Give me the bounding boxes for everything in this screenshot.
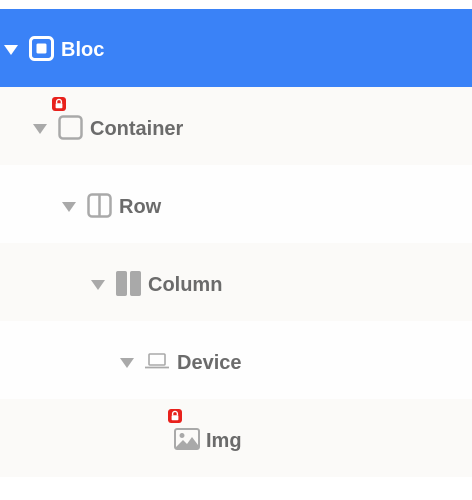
row-columns-icon <box>87 193 112 223</box>
tree-row-label: Device <box>177 352 242 374</box>
tree-empty-area <box>0 477 472 500</box>
lock-badge-icon <box>168 409 182 423</box>
column-bars-icon <box>116 271 141 301</box>
tree-row-column[interactable]: Column <box>0 243 472 321</box>
tree-row-device[interactable]: Device <box>0 321 472 399</box>
disclosure-triangle-icon[interactable] <box>33 124 47 134</box>
lock-badge-icon <box>52 97 66 111</box>
tree-row-label: Bloc <box>61 39 105 61</box>
disclosure-triangle-icon[interactable] <box>91 280 105 290</box>
bloc-square-icon <box>29 36 54 66</box>
tree-row-img[interactable]: Img <box>0 399 472 477</box>
tree-row-bloc[interactable]: Bloc <box>0 9 472 87</box>
container-square-icon <box>58 115 83 145</box>
tree-row-label: Container <box>90 118 184 140</box>
disclosure-triangle-icon[interactable] <box>62 202 76 212</box>
disclosure-triangle-icon[interactable] <box>4 45 18 55</box>
tree-row-label: Column <box>148 274 223 296</box>
tree-row-row[interactable]: Row <box>0 165 472 243</box>
disclosure-triangle-icon[interactable] <box>120 358 134 368</box>
tree-row-label: Row <box>119 196 162 218</box>
layer-tree: Bloc Container Row Column Device Img <box>0 0 472 500</box>
tree-row-container[interactable]: Container <box>0 87 472 165</box>
laptop-icon <box>145 352 169 375</box>
image-icon <box>174 428 200 455</box>
tree-row-label: Img <box>206 430 242 452</box>
